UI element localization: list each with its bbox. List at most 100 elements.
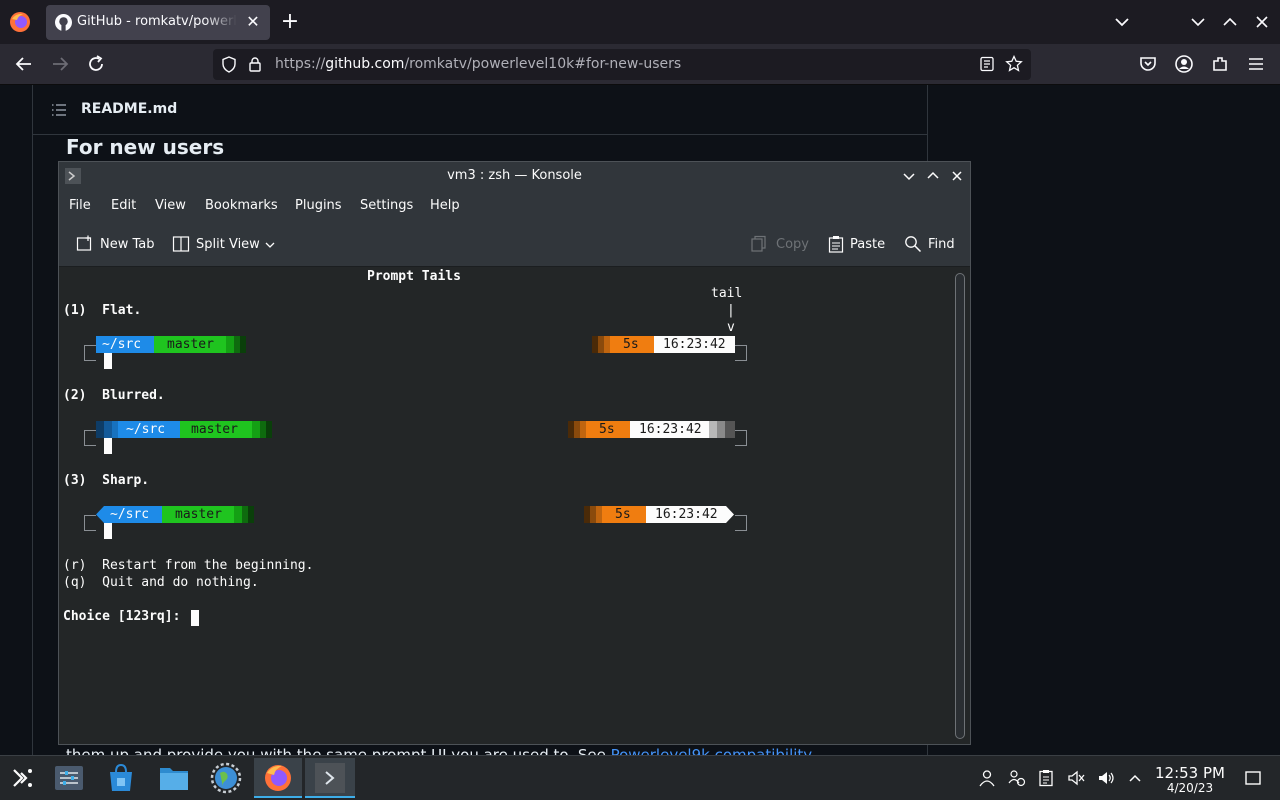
konsole-close-icon[interactable]	[949, 168, 965, 184]
option-2: (2) Blurred.	[63, 388, 165, 403]
konsole-title: vm3 : zsh — Konsole	[447, 168, 582, 183]
tail-bar: |	[727, 303, 735, 318]
time-segment: 16:23:42	[654, 336, 735, 353]
time-sharp-cap	[726, 506, 734, 523]
branch-fade-1	[226, 336, 234, 353]
new-tab-button[interactable]: +	[280, 11, 300, 33]
option-3: (3) Sharp.	[63, 473, 149, 488]
terminal-area[interactable]: Prompt Tails tail | v (1) Flat. ~/src ma…	[59, 266, 970, 744]
search-icon	[905, 236, 922, 253]
find-tool-button[interactable]: Find	[904, 235, 960, 255]
lock-icon[interactable]	[248, 56, 262, 72]
menu-bookmarks[interactable]: Bookmarks	[205, 198, 278, 213]
duration-segment: 5s	[586, 421, 630, 438]
github-favicon-icon	[55, 14, 72, 31]
window-minimize-icon[interactable]	[1188, 12, 1208, 32]
user-icon[interactable]	[978, 769, 996, 787]
option-key: (2)	[63, 388, 87, 403]
dir-segment: ~/src	[104, 506, 162, 523]
menu-plugins[interactable]: Plugins	[295, 198, 342, 213]
url-text[interactable]: https://github.com/romkatv/powerlevel10k…	[275, 56, 681, 72]
prompt-frame-left	[84, 430, 96, 446]
branch-segment: master	[180, 421, 252, 438]
menu-hamburger-icon[interactable]	[1246, 54, 1266, 74]
switch-user-icon[interactable]	[1008, 769, 1026, 787]
browser-tab-github[interactable]: GitHub - romkatv/powerlevel10k: A Zsh th…	[46, 5, 270, 40]
prompt-frame-left	[84, 345, 96, 361]
paste-label: Paste	[850, 237, 886, 252]
restart-option: (r) Restart from the beginning.	[63, 558, 314, 573]
forward-icon[interactable]	[50, 54, 70, 74]
readme-header: README.md	[33, 85, 928, 135]
account-icon[interactable]	[1174, 54, 1194, 74]
volume-icon[interactable]	[1097, 769, 1115, 787]
terminal-scrollbar[interactable]	[955, 273, 965, 739]
pocket-icon[interactable]	[1138, 54, 1158, 74]
option-label: Blurred.	[102, 388, 165, 403]
menu-settings[interactable]: Settings	[360, 198, 413, 213]
url-bar[interactable]: https://github.com/romkatv/powerlevel10k…	[213, 49, 1031, 80]
menu-help[interactable]: Help	[430, 198, 460, 213]
taskbar: 12:53 PM 4/20/23	[0, 755, 1280, 800]
application-launcher-icon[interactable]	[5, 761, 39, 795]
prompt-frame-right	[735, 430, 747, 446]
paste-tool-button[interactable]: Paste	[827, 235, 889, 255]
option-label: Sharp.	[102, 473, 150, 488]
prompt-frame-right	[735, 345, 747, 361]
branch-fade-3	[240, 336, 246, 353]
section-heading: For new users	[66, 135, 225, 159]
readme-filename[interactable]: README.md	[81, 101, 177, 117]
outline-list-icon[interactable]	[51, 102, 67, 118]
window-maximize-icon[interactable]	[1220, 12, 1240, 32]
option-key: (1)	[63, 303, 87, 318]
konsole-task-button[interactable]	[305, 758, 355, 798]
clock-date[interactable]: 4/20/23	[1150, 781, 1230, 795]
show-desktop-icon[interactable]	[1244, 769, 1262, 787]
branch-fade-3	[266, 421, 272, 438]
branch-fade-1	[234, 506, 242, 523]
reader-view-icon[interactable]	[979, 56, 995, 72]
clipboard-icon[interactable]	[1037, 769, 1055, 787]
clock-time[interactable]: 12:53 PM	[1150, 764, 1230, 782]
chevron-down-icon	[265, 242, 275, 248]
extensions-icon[interactable]	[1210, 54, 1230, 74]
discover-store-icon[interactable]	[104, 761, 138, 795]
muted-speaker-icon[interactable]	[1067, 769, 1085, 787]
konsole-minimize-icon[interactable]	[901, 168, 917, 184]
bookmark-star-icon[interactable]	[1005, 55, 1023, 73]
line-cursor	[104, 438, 112, 454]
system-settings-icon[interactable]	[52, 761, 86, 795]
time-fade-1	[709, 421, 717, 438]
branch-fade-3	[248, 506, 254, 523]
duration-segment: 5s	[602, 506, 646, 523]
browser-globe-icon[interactable]	[209, 761, 243, 795]
firefox-task-button[interactable]	[254, 758, 302, 798]
new-tab-tool-button[interactable]: New Tab	[76, 235, 160, 255]
firefox-logo-icon[interactable]	[8, 10, 32, 34]
back-icon[interactable]	[14, 54, 34, 74]
list-all-tabs-icon[interactable]	[1112, 12, 1132, 32]
menu-file[interactable]: File	[69, 198, 91, 213]
window-close-icon[interactable]	[1252, 12, 1272, 32]
paste-icon	[828, 236, 844, 253]
menu-edit[interactable]: Edit	[111, 198, 136, 213]
konsole-titlebar[interactable]: vm3 : zsh — Konsole	[59, 162, 970, 190]
konsole-taskbar-icon	[315, 763, 345, 793]
option-key: (3)	[63, 473, 87, 488]
menu-view[interactable]: View	[155, 198, 186, 213]
konsole-maximize-icon[interactable]	[925, 168, 941, 184]
reload-icon[interactable]	[86, 54, 106, 74]
split-view-label: Split View	[196, 237, 260, 252]
konsole-window: vm3 : zsh — Konsole File Edit View Bookm…	[58, 161, 971, 745]
tracking-protection-icon[interactable]	[221, 56, 237, 73]
konsole-menubar: File Edit View Bookmarks Plugins Setting…	[59, 190, 970, 222]
tray-expand-icon[interactable]	[1126, 769, 1144, 787]
konsole-toolbar: New Tab Split View Copy Paste Find	[59, 226, 970, 264]
split-view-icon	[172, 236, 190, 252]
duration-segment: 5s	[610, 336, 654, 353]
split-view-tool-button[interactable]: Split View	[172, 235, 278, 255]
file-manager-icon[interactable]	[157, 761, 191, 795]
tab-close-icon[interactable]: ✕	[244, 13, 262, 31]
find-label: Find	[928, 237, 955, 252]
copy-tool-button[interactable]: Copy	[750, 235, 810, 255]
